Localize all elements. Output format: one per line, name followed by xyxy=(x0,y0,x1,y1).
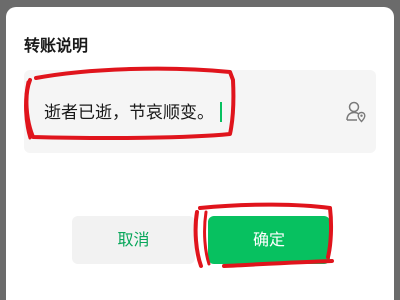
transfer-note-input[interactable]: 逝者已逝，节哀顺变。 xyxy=(24,70,376,153)
transfer-note-dialog: 转账说明 逝者已逝，节哀顺变。 取消 确定 xyxy=(6,7,394,300)
transfer-note-value: 逝者已逝，节哀顺变。 xyxy=(44,103,214,123)
confirm-button[interactable]: 确定 xyxy=(208,216,330,264)
text-caret xyxy=(220,102,222,122)
dialog-title: 转账说明 xyxy=(24,36,89,55)
cancel-button[interactable]: 取消 xyxy=(72,216,195,264)
transfer-note-text: 逝者已逝，节哀顺变。 xyxy=(44,98,222,123)
contact-location-icon[interactable] xyxy=(346,101,366,123)
